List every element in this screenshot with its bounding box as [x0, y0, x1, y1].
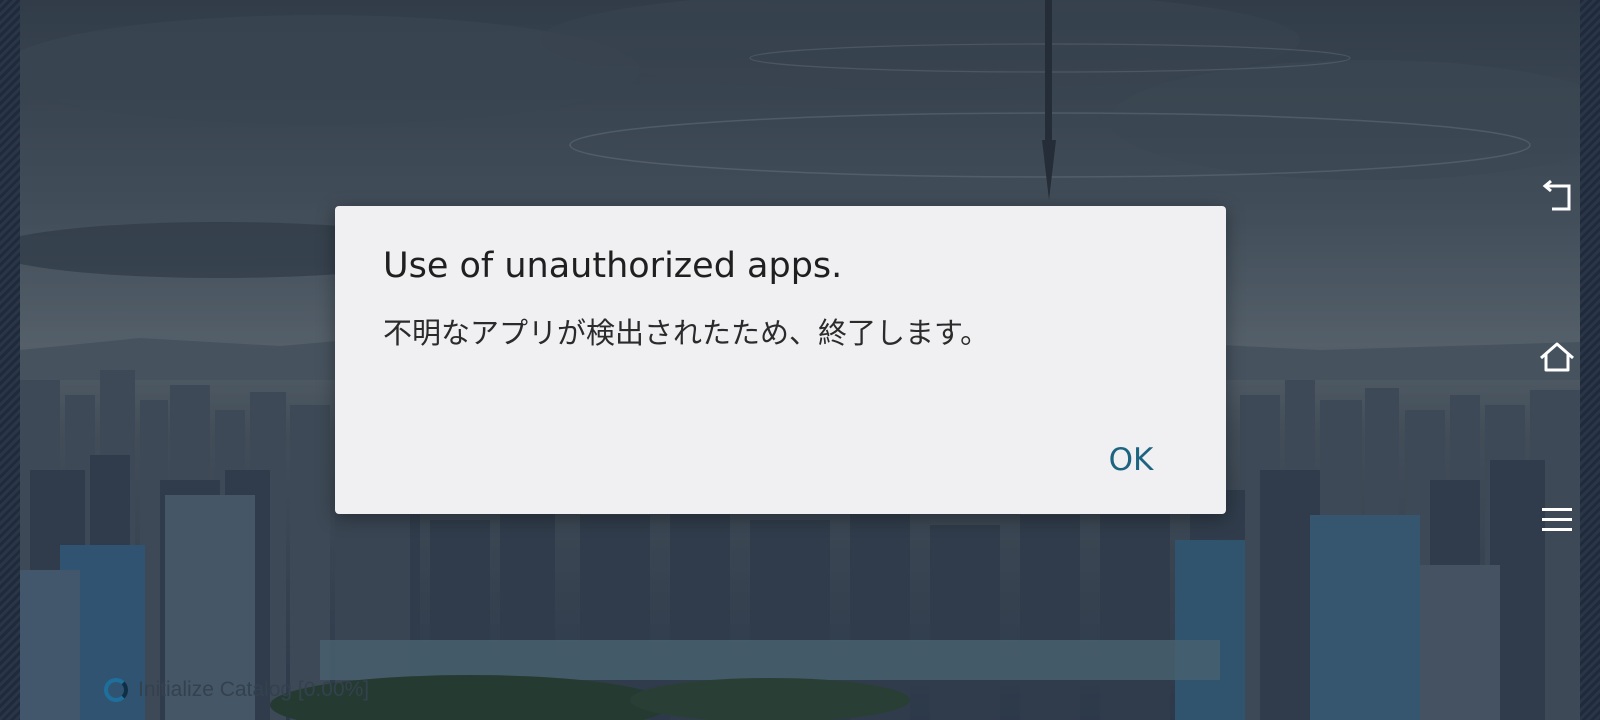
- ok-button[interactable]: OK: [1101, 438, 1161, 482]
- loading-status: Initialize Catalog [0.00%]: [104, 676, 369, 704]
- menu-icon: [1542, 508, 1572, 531]
- back-icon: [1542, 179, 1571, 211]
- device-frame-left: [0, 0, 20, 720]
- dialog-message: 不明なアプリが検出されたため、終了します。: [383, 316, 990, 350]
- menu-button[interactable]: [1537, 500, 1577, 540]
- back-button[interactable]: [1537, 177, 1577, 217]
- device-frame-right: [1580, 0, 1600, 720]
- home-button[interactable]: [1537, 338, 1577, 378]
- dialog-title: Use of unauthorized apps.: [383, 246, 843, 286]
- alert-dialog: Use of unauthorized apps. 不明なアプリが検出されたため…: [335, 206, 1226, 514]
- home-icon: [1540, 342, 1574, 372]
- loading-spinner-icon: [104, 678, 128, 702]
- loading-status-text: Initialize Catalog [0.00%]: [138, 678, 370, 701]
